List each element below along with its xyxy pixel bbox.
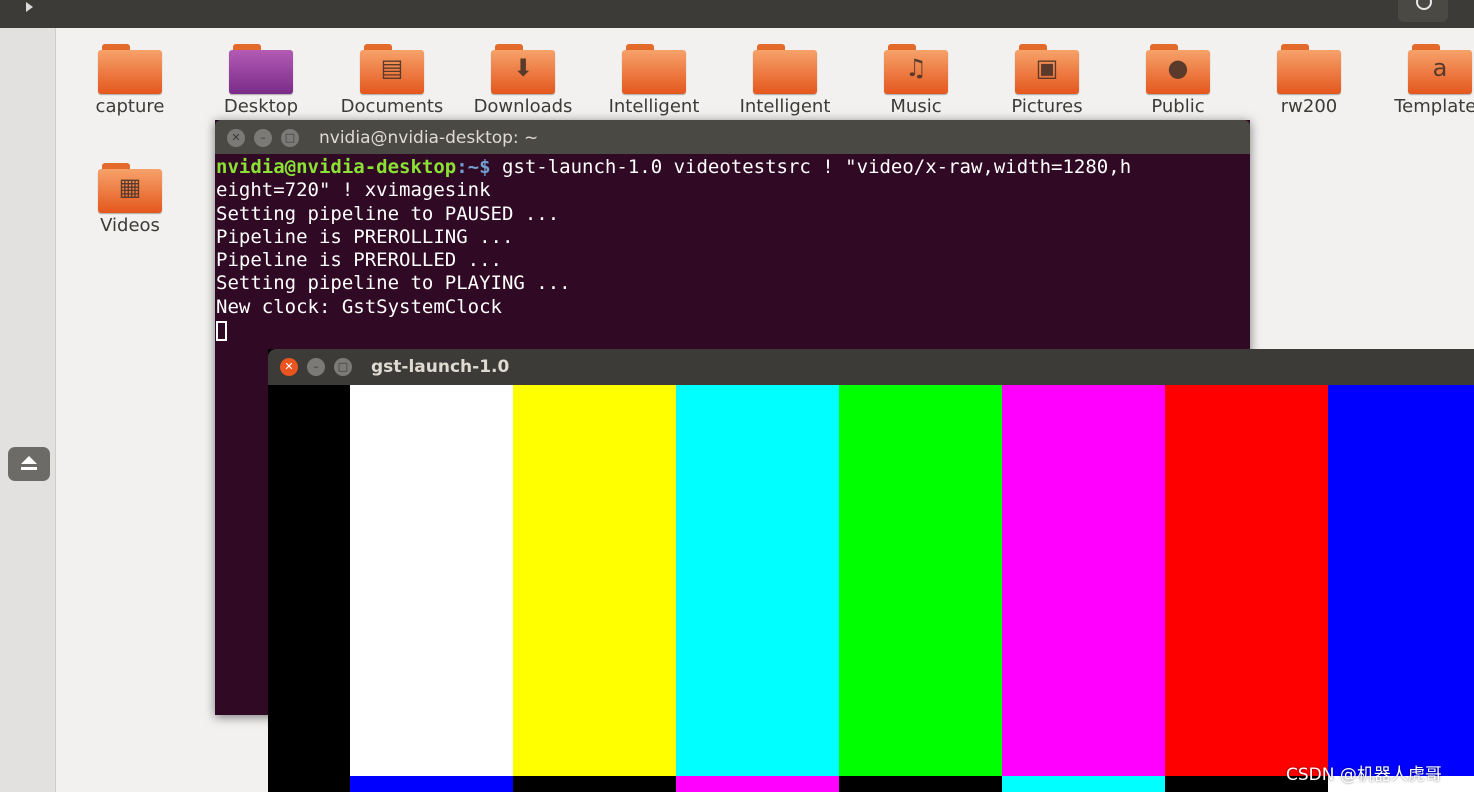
video-title: gst-launch-1.0 bbox=[371, 357, 510, 377]
test-pattern bbox=[268, 385, 1474, 792]
color-subbar bbox=[513, 776, 676, 792]
folder-item[interactable]: Intelligent bbox=[725, 44, 845, 117]
terminal-output[interactable]: nvidia@nvidia-desktop:~$ gst-launch-1.0 … bbox=[216, 156, 1246, 342]
pictures-folder-icon: ▣ bbox=[1015, 44, 1079, 96]
color-bar bbox=[350, 385, 513, 776]
color-subbar bbox=[1002, 776, 1165, 792]
output-line: Pipeline is PREROLLING ... bbox=[216, 225, 514, 248]
terminal-title: nvidia@nvidia-desktop: ~ bbox=[319, 128, 539, 148]
videos-folder-icon: ▦ bbox=[98, 163, 162, 215]
close-button[interactable]: ✕ bbox=[280, 358, 298, 376]
folder-item[interactable]: ▦ Videos bbox=[70, 163, 190, 236]
public-folder-icon: ● bbox=[1146, 44, 1210, 96]
color-bar bbox=[513, 385, 676, 776]
folder-label: Intelligent bbox=[739, 96, 831, 117]
templates-folder-icon: a bbox=[1408, 44, 1472, 96]
eject-icon bbox=[21, 456, 37, 464]
prompt-sep: :~$ bbox=[456, 156, 502, 178]
folder-label: Public bbox=[1151, 96, 1205, 117]
eject-button[interactable] bbox=[8, 447, 50, 481]
close-button[interactable]: ✕ bbox=[227, 129, 245, 147]
color-subbar bbox=[839, 776, 1002, 792]
folder-icon bbox=[753, 44, 817, 96]
places-sidebar bbox=[0, 28, 56, 792]
color-bar bbox=[676, 385, 839, 776]
folder-item[interactable]: ▣ Pictures bbox=[987, 44, 1107, 117]
folder-label: rw200 bbox=[1280, 96, 1338, 117]
folder-icon bbox=[622, 44, 686, 96]
folder-item[interactable]: ● Public bbox=[1118, 44, 1238, 117]
folder-item[interactable]: aTemplates bbox=[1380, 44, 1474, 117]
color-bar bbox=[1165, 385, 1328, 776]
file-manager-header bbox=[0, 0, 1474, 28]
folder-icon bbox=[1277, 44, 1341, 96]
documents-folder-icon: ▤ bbox=[360, 44, 424, 96]
folder-label: Documents bbox=[340, 96, 444, 117]
command-line-1: gst-launch-1.0 videotestsrc ! "video/x-r… bbox=[501, 156, 1132, 178]
folder-label: Intelligent bbox=[608, 96, 700, 117]
output-line: Setting pipeline to PAUSED ... bbox=[216, 202, 560, 225]
watermark: CSDN @机器人虎哥 bbox=[1286, 765, 1442, 785]
minimize-button[interactable]: – bbox=[254, 129, 272, 147]
color-subbar bbox=[676, 776, 839, 792]
maximize-button[interactable]: □ bbox=[281, 129, 299, 147]
output-line: Setting pipeline to PLAYING ... bbox=[216, 272, 571, 295]
output-line: New clock: GstSystemClock bbox=[216, 295, 502, 318]
color-bar bbox=[839, 385, 1002, 776]
folder-item[interactable]: ⬇ Downloads bbox=[463, 44, 583, 117]
music-folder-icon: ♫ bbox=[884, 44, 948, 96]
folder-label: Videos bbox=[100, 215, 160, 236]
folder-label: Pictures bbox=[1011, 96, 1083, 117]
output-line: Pipeline is PREROLLED ... bbox=[216, 249, 502, 272]
folder-label: Downloads bbox=[473, 96, 573, 117]
terminal-titlebar[interactable]: ✕ – □ nvidia@nvidia-desktop: ~ bbox=[215, 120, 1250, 154]
terminal-cursor bbox=[216, 320, 227, 341]
folder-item[interactable]: Intelligent bbox=[594, 44, 714, 117]
color-bar bbox=[1328, 385, 1474, 776]
folder-item[interactable]: ♫ Music bbox=[856, 44, 976, 117]
maximize-button[interactable]: □ bbox=[334, 358, 352, 376]
downloads-folder-icon: ⬇ bbox=[491, 44, 555, 96]
color-bar bbox=[1002, 385, 1165, 776]
folder-label: capture bbox=[95, 96, 165, 117]
folder-icon bbox=[98, 44, 162, 96]
color-bar bbox=[268, 385, 350, 776]
folder-item[interactable]: capture bbox=[70, 44, 190, 117]
search-button[interactable] bbox=[1398, 0, 1448, 22]
minimize-button[interactable]: – bbox=[307, 358, 325, 376]
color-subbar bbox=[350, 776, 513, 792]
folder-item[interactable]: Desktop bbox=[201, 44, 321, 117]
color-subbar bbox=[268, 776, 350, 792]
forward-arrow-icon[interactable] bbox=[26, 2, 33, 12]
video-titlebar[interactable]: ✕ – □ gst-launch-1.0 bbox=[268, 349, 1474, 385]
command-line-2: eight=720" ! xvimagesink bbox=[216, 179, 491, 202]
folder-item[interactable]: ▤ Documents bbox=[332, 44, 452, 117]
folder-label: Templates bbox=[1394, 96, 1474, 117]
folder-label: Desktop bbox=[223, 96, 299, 117]
folder-item[interactable]: rw200 bbox=[1249, 44, 1369, 117]
prompt-user: nvidia@nvidia-desktop bbox=[216, 156, 457, 178]
folder-label: Music bbox=[890, 96, 942, 117]
desktop-folder-icon bbox=[229, 44, 293, 96]
video-window[interactable]: ✕ – □ gst-launch-1.0 bbox=[268, 349, 1474, 792]
search-icon bbox=[1416, 0, 1432, 10]
